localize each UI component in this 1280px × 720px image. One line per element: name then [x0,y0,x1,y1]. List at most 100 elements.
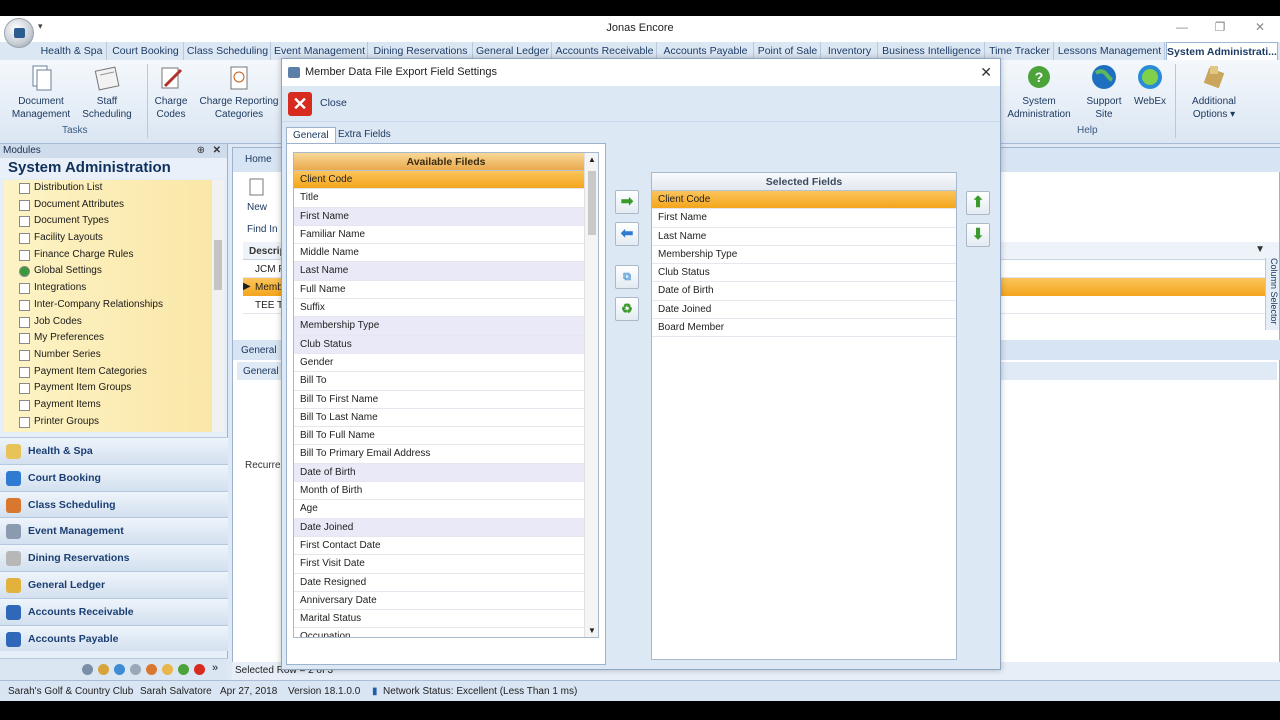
list-item[interactable]: Club Status [652,264,956,283]
shortcut-icon[interactable] [98,664,109,675]
list-item[interactable]: Date Joined [652,301,956,320]
tree-item[interactable]: Distribution List [4,180,212,197]
list-item[interactable]: First Name [294,207,598,226]
close-window-icon[interactable]: ✕ [1250,20,1270,34]
tree-item[interactable]: Finance Charge Rules [4,247,212,264]
tab-general-detail[interactable]: General [241,345,277,356]
filter-icon[interactable]: ▼ [1255,244,1265,255]
shortcut-icon[interactable] [162,664,173,675]
list-item[interactable]: Bill To [294,372,598,391]
list-item[interactable]: Age [294,500,598,519]
list-item[interactable]: First Contact Date [294,537,598,556]
more-shortcuts-icon[interactable]: » [212,662,218,674]
tab-health-spa[interactable]: Health & Spa [37,42,107,60]
list-item[interactable]: Client Code [652,191,956,210]
document-management-button[interactable]: Document Management [6,64,76,121]
tree-item[interactable]: Inter-Company Relationships [4,297,212,314]
available-fields-scrollbar[interactable]: ▲ ▼ [584,153,598,637]
close-panel-icon[interactable]: ✕ [213,144,221,158]
tab-court-booking[interactable]: Court Booking [108,42,184,60]
close-x-icon[interactable]: ✕ [288,92,312,116]
add-field-arrow-icon[interactable]: ➡ [615,190,639,214]
tab-class-scheduling[interactable]: Class Scheduling [185,42,271,60]
module-class-scheduling[interactable]: Class Scheduling [0,490,228,518]
shortcut-icon[interactable] [130,664,141,675]
new-record-icon[interactable] [249,178,265,196]
tree-item[interactable]: Number Series [4,347,212,364]
list-item[interactable]: Date of Birth [652,282,956,301]
system-administration-button[interactable]: ? System Administration [1006,64,1072,121]
tree-item[interactable]: Document Attributes [4,197,212,214]
list-item[interactable]: Date of Birth [294,463,598,483]
list-item[interactable]: Gender [294,354,598,373]
list-item[interactable]: Board Member [652,319,956,338]
tree-item[interactable]: Payment Items [4,397,212,414]
list-item[interactable]: First Visit Date [294,555,598,574]
move-up-arrow-icon[interactable]: ⬆ [966,191,990,215]
copy-fields-icon[interactable]: ⧉ [615,265,639,289]
list-item[interactable]: Client Code [294,171,598,190]
list-item[interactable]: Month of Birth [294,482,598,501]
shortcut-icon[interactable] [178,664,189,675]
shortcut-icon[interactable] [194,664,205,675]
home-tab[interactable]: Home [245,154,272,165]
module-accounts-receivable[interactable]: Accounts Receivable [0,597,228,625]
tree-item[interactable]: Job Codes [4,314,212,331]
new-button[interactable]: New [247,202,267,213]
list-item[interactable]: Bill To Primary Email Address [294,445,598,464]
staff-scheduling-button[interactable]: Staff Scheduling [78,64,136,121]
tree-item[interactable]: Payment Item Categories [4,364,212,381]
close-dialog-icon[interactable]: ✕ [980,59,992,86]
charge-codes-button[interactable]: Charge Codes [150,64,192,121]
tab-extra-fields[interactable]: Extra Fields [332,127,397,143]
scroll-up-icon[interactable]: ▲ [588,155,596,164]
selected-fields-list[interactable]: Selected Fields Client Code First Name L… [651,172,957,660]
shortcut-icon[interactable] [114,664,125,675]
module-event-management[interactable]: Event Management [0,517,228,545]
list-item[interactable]: Middle Name [294,244,598,263]
shortcut-icon[interactable] [146,664,157,675]
column-selector-tab[interactable]: Column Selector [1265,258,1279,330]
maximize-icon[interactable]: ❐ [1210,20,1230,34]
tree-item[interactable]: Global Settings [4,263,212,280]
list-item[interactable]: Club Status [294,335,598,354]
shortcut-icon[interactable] [82,664,93,675]
tree-scroll-thumb[interactable] [214,240,222,290]
scroll-thumb[interactable] [588,171,596,235]
module-dining-reservations[interactable]: Dining Reservations [0,544,228,571]
list-item[interactable]: Marital Status [294,610,598,629]
app-logo-icon[interactable] [4,18,34,48]
list-item[interactable]: Anniversary Date [294,592,598,611]
module-accounts-payable[interactable]: Accounts Payable [0,624,228,652]
list-item[interactable]: Title [294,189,598,208]
list-item[interactable]: First Name [652,209,956,228]
recycle-icon[interactable]: ♻ [615,297,639,321]
tab-system-administration[interactable]: System Administrati... [1166,42,1278,60]
move-down-arrow-icon[interactable]: ⬇ [966,223,990,247]
list-item[interactable]: Last Name [652,228,956,246]
scroll-down-icon[interactable]: ▼ [588,626,596,635]
list-item[interactable]: Occupation [294,628,598,637]
list-item[interactable]: Suffix [294,299,598,318]
list-item[interactable]: Membership Type [652,246,956,265]
remove-field-arrow-icon[interactable]: ⬅ [615,222,639,246]
tree-item[interactable]: Document Types [4,213,212,230]
list-item[interactable]: Bill To First Name [294,391,598,409]
webex-button[interactable]: WebEx [1130,64,1170,108]
list-item[interactable]: Familiar Name [294,226,598,245]
list-item[interactable]: Membership Type [294,317,598,336]
close-button[interactable]: Close [320,97,347,109]
tree-scrollbar[interactable] [212,180,224,432]
module-court-booking[interactable]: Court Booking [0,463,228,491]
list-item[interactable]: Bill To Last Name [294,409,598,428]
tree-item[interactable]: Payment Item Groups [4,380,212,397]
minimize-icon[interactable]: — [1172,20,1192,34]
charge-reporting-button[interactable]: Charge Reporting Categories [198,64,280,121]
tree-item[interactable]: Printer Groups [4,414,212,431]
available-fields-list[interactable]: Available Fileds Client Code Title First… [293,152,599,638]
tab-lessons-management[interactable]: Lessons Management [1055,42,1165,60]
list-item[interactable]: Date Joined [294,518,598,537]
list-item[interactable]: Date Resigned [294,574,598,592]
pin-icon[interactable]: ⊕ [197,144,205,158]
list-item[interactable]: Last Name [294,262,598,281]
